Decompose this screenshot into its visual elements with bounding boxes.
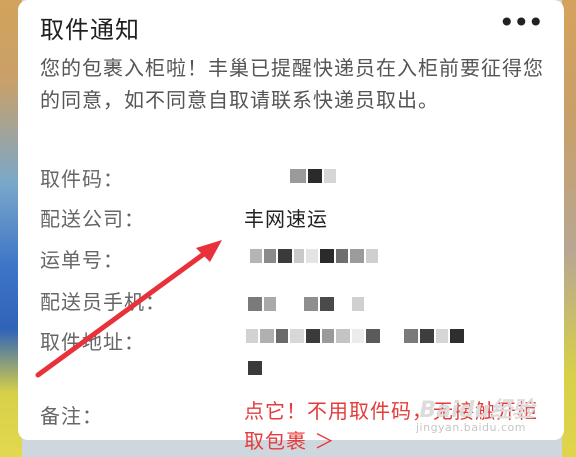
annotation-arrow-icon: [35, 240, 222, 378]
